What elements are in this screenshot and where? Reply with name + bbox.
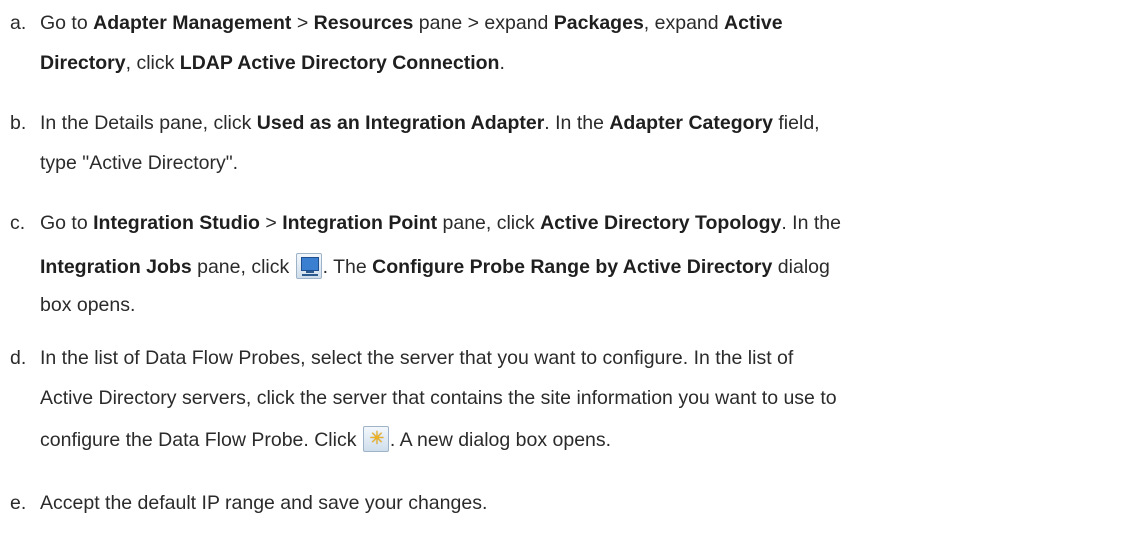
instruction-text: . — [499, 52, 505, 74]
instruction-text: Go to — [40, 212, 94, 234]
step-line: Go to Adapter Management > Resources pan… — [40, 6, 1102, 40]
ui-term: Active — [724, 12, 783, 34]
ui-term: LDAP Active Directory Connection — [179, 52, 500, 74]
step-letter: e. — [10, 492, 27, 514]
instruction-text: configure the Data Flow Probe. Click — [40, 429, 362, 451]
step-letter: c. — [10, 212, 26, 234]
ui-term: Integration Point — [282, 212, 438, 234]
probe-range-monitor-icon[interactable] — [295, 253, 322, 279]
step-line: configure the Data Flow Probe. Click ✳. … — [40, 423, 1102, 457]
instruction-text: pane > expand — [413, 12, 554, 34]
step-letter: b. — [10, 112, 27, 134]
instruction-text: . In the — [544, 112, 610, 134]
instruction-text: Accept the default IP range and save you… — [40, 492, 488, 514]
step-letter: d. — [10, 347, 27, 369]
instruction-text: > — [291, 12, 314, 34]
ui-term: Integration Jobs — [40, 256, 192, 278]
step-letter: a. — [10, 12, 27, 34]
ui-term: Packages — [553, 12, 644, 34]
instruction-text: , expand — [643, 12, 725, 34]
instruction-text: pane, click — [191, 256, 295, 278]
step-line: In the list of Data Flow Probes, select … — [40, 341, 1102, 375]
instruction-text: In the Details pane, click — [40, 112, 257, 134]
instruction-text: > — [259, 212, 283, 234]
instruction-text: , click — [125, 52, 180, 74]
ui-term: Adapter Category — [609, 112, 773, 134]
step-line: Go to Integration Studio > Integration P… — [40, 206, 1102, 240]
procedure-steps: a. Go to Adapter Management > Resources p… — [0, 0, 1122, 543]
instruction-text: type "Active Directory". — [40, 152, 239, 174]
instruction-text: Go to — [40, 12, 94, 34]
ui-term: Resources — [313, 12, 414, 34]
new-item-star-icon[interactable]: ✳ — [362, 426, 389, 452]
instruction-text: dialog — [772, 256, 830, 278]
step-line: Accept the default IP range and save you… — [40, 486, 1102, 520]
instruction-text: In the list of Data Flow Probes, select … — [40, 347, 794, 369]
instruction-text: . The — [322, 256, 373, 278]
ui-term: Integration Studio — [93, 212, 260, 234]
instruction-text: field, — [772, 112, 820, 134]
ui-term: Directory — [40, 52, 126, 74]
instruction-text: box opens. — [40, 294, 136, 316]
step-line: box opens. — [40, 288, 1102, 322]
ui-term: Active Directory Topology — [540, 212, 782, 234]
ui-term: Adapter Management — [93, 12, 292, 34]
step-line: Directory, click LDAP Active Directory C… — [40, 46, 1102, 80]
instruction-text: pane, click — [437, 212, 541, 234]
ui-term: Used as an Integration Adapter — [256, 112, 545, 134]
step-line: type "Active Directory". — [40, 146, 1102, 180]
step-line: In the Details pane, click Used as an In… — [40, 106, 1102, 140]
instruction-text: . A new dialog box opens. — [389, 429, 612, 451]
step-line: Active Directory servers, click the serv… — [40, 381, 1102, 415]
ui-term: Configure Probe Range by Active Director… — [372, 256, 773, 278]
step-line: Integration Jobs pane, click . The Confi… — [40, 250, 1102, 284]
instruction-text: . In the — [781, 212, 841, 234]
instruction-text: Active Directory servers, click the serv… — [40, 387, 837, 409]
